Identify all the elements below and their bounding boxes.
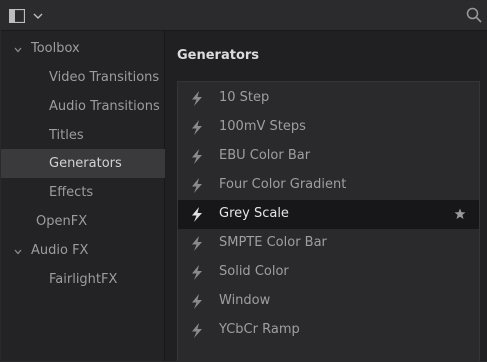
tree-item-effects[interactable]: Effects bbox=[1, 178, 165, 207]
generator-label: Window bbox=[219, 293, 271, 308]
tree-item-label: Generators bbox=[49, 156, 122, 171]
lightning-bolt-icon bbox=[190, 91, 204, 106]
tree-item-label: Effects bbox=[49, 185, 94, 200]
generator-item-window[interactable]: Window bbox=[178, 287, 479, 316]
generator-item-grey-scale[interactable]: Grey Scale bbox=[178, 200, 479, 229]
generator-label: Solid Color bbox=[219, 264, 289, 279]
tree-item-label: Audio Transitions bbox=[49, 99, 160, 114]
generator-item-10-step[interactable]: 10 Step bbox=[178, 84, 479, 113]
generator-item-ycbcr-ramp[interactable]: YCbCr Ramp bbox=[178, 316, 479, 345]
tree-item-toolbox[interactable]: Toolbox bbox=[1, 34, 165, 63]
effects-library-panel: Toolbox Video Transitions Audio Transiti… bbox=[0, 0, 487, 362]
tree-item-video-transitions[interactable]: Video Transitions bbox=[1, 63, 165, 92]
tree-item-label: Audio FX bbox=[31, 243, 89, 258]
generator-label: 10 Step bbox=[219, 90, 270, 105]
lightning-bolt-icon bbox=[190, 149, 204, 164]
search-button[interactable] bbox=[466, 7, 484, 25]
chevron-down-icon[interactable] bbox=[13, 44, 23, 54]
chevron-down-icon bbox=[33, 12, 43, 20]
search-icon bbox=[466, 7, 482, 27]
tree-item-label: OpenFX bbox=[36, 214, 88, 229]
sidebar-panel-icon bbox=[9, 9, 25, 23]
lightning-bolt-icon bbox=[190, 120, 204, 135]
lightning-bolt-icon bbox=[190, 236, 204, 251]
tree-item-audio-fx[interactable]: Audio FX bbox=[1, 236, 165, 265]
lightning-bolt-icon bbox=[190, 323, 204, 338]
generator-label: SMPTE Color Bar bbox=[219, 235, 327, 250]
generator-item-100mv-steps[interactable]: 100mV Steps bbox=[178, 113, 479, 142]
lightning-bolt-icon bbox=[190, 294, 204, 309]
generator-label: Grey Scale bbox=[219, 206, 289, 221]
generator-label: Four Color Gradient bbox=[219, 177, 347, 192]
generator-label: YCbCr Ramp bbox=[219, 322, 300, 337]
star-icon[interactable] bbox=[454, 208, 466, 220]
generators-list: 10 Step 100mV Steps EBU Color Bar Four C… bbox=[177, 81, 480, 361]
panel-toggle-button[interactable] bbox=[9, 7, 53, 25]
tree-item-openfx[interactable]: OpenFX bbox=[1, 207, 165, 236]
tree-item-fairlightfx[interactable]: FairlightFX bbox=[1, 265, 165, 294]
generator-item-smpte-color-bar[interactable]: SMPTE Color Bar bbox=[178, 229, 479, 258]
generator-item-four-color-gradient[interactable]: Four Color Gradient bbox=[178, 171, 479, 200]
lightning-bolt-icon bbox=[190, 207, 204, 222]
tree-item-generators[interactable]: Generators bbox=[1, 149, 165, 178]
lightning-bolt-icon bbox=[190, 178, 204, 193]
tree-item-titles[interactable]: Titles bbox=[1, 121, 165, 150]
chevron-down-icon[interactable] bbox=[13, 246, 23, 256]
tree-item-label: Video Transitions bbox=[49, 70, 160, 85]
category-tree: Toolbox Video Transitions Audio Transiti… bbox=[1, 31, 165, 361]
generator-item-solid-color[interactable]: Solid Color bbox=[178, 258, 479, 287]
lightning-bolt-icon bbox=[190, 265, 204, 280]
panel-title: Generators bbox=[177, 48, 260, 63]
tree-item-label: Toolbox bbox=[31, 41, 80, 56]
tree-item-label: FairlightFX bbox=[49, 272, 118, 287]
generator-label: 100mV Steps bbox=[219, 119, 306, 134]
generator-label: EBU Color Bar bbox=[219, 148, 311, 163]
tree-item-audio-transitions[interactable]: Audio Transitions bbox=[1, 92, 165, 121]
generators-panel: Generators 10 Step 100mV Steps EBU Color… bbox=[165, 31, 487, 361]
generator-item-ebu-color-bar[interactable]: EBU Color Bar bbox=[178, 142, 479, 171]
tree-item-label: Titles bbox=[49, 128, 84, 143]
panel-toolbar bbox=[1, 1, 487, 31]
